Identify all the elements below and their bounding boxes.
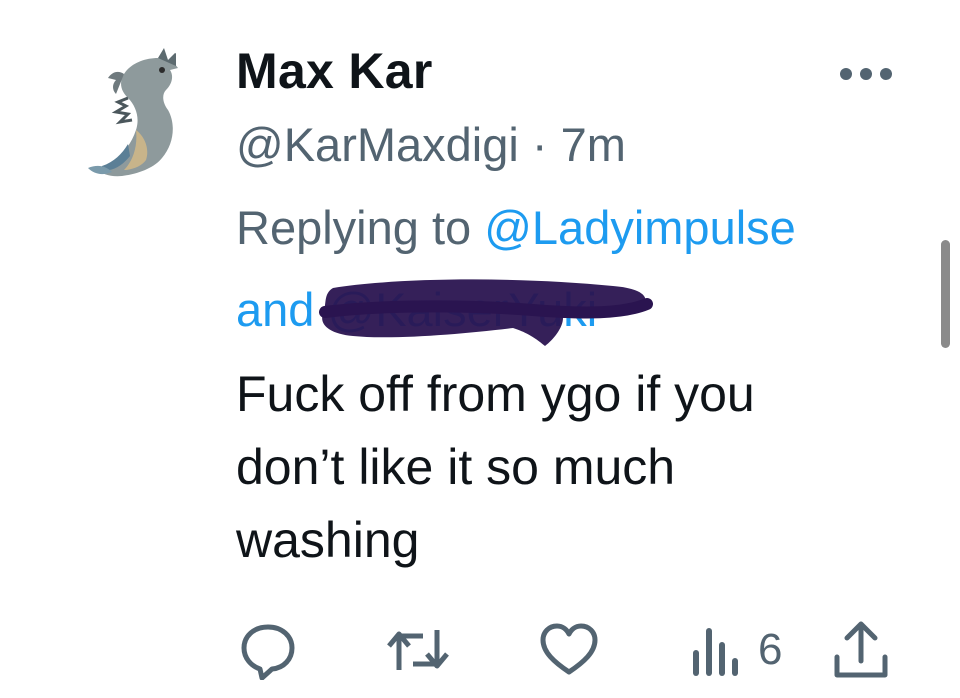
replying-to: Replying to @Ladyimpulse bbox=[236, 200, 796, 255]
tweet-text-line: washing bbox=[236, 512, 420, 568]
avatar-dragon-image bbox=[88, 48, 178, 177]
display-name[interactable]: Max Kar bbox=[236, 42, 433, 100]
tweet-text-line: Fuck off from ygo if you bbox=[236, 366, 755, 422]
author-meta: @KarMaxdigi · 7m bbox=[236, 117, 626, 172]
meta-separator: · bbox=[531, 118, 548, 171]
more-dots-icon bbox=[840, 68, 892, 80]
heart-icon bbox=[540, 623, 598, 675]
handle[interactable]: @KarMaxdigi bbox=[236, 118, 519, 171]
conjunction-label: and bbox=[236, 283, 315, 336]
mention-link[interactable]: @Ladyimpulse bbox=[484, 201, 796, 254]
share-icon bbox=[834, 621, 888, 678]
views-count: 6 bbox=[758, 625, 783, 674]
retweet-icon bbox=[387, 630, 449, 670]
mention-link-redacted[interactable]: @KaiserYuki bbox=[327, 283, 597, 336]
retweet-button[interactable] bbox=[385, 618, 451, 682]
replying-to-continued: and @KaiserYuki bbox=[236, 279, 654, 346]
views-icon bbox=[693, 628, 738, 676]
more-options-button[interactable] bbox=[835, 62, 897, 86]
tweet-text: Fuck off from ygo if you don’t like it s… bbox=[236, 358, 876, 577]
views-button[interactable]: 6 bbox=[690, 618, 782, 682]
replying-to-label: Replying to bbox=[236, 201, 472, 254]
share-button[interactable] bbox=[832, 618, 890, 682]
redacted-mention: @KaiserYuki bbox=[319, 279, 654, 346]
reply-icon bbox=[241, 624, 295, 680]
scrollbar[interactable] bbox=[941, 240, 950, 348]
reply-button[interactable] bbox=[238, 618, 298, 682]
tweet-text-line: don’t like it so much bbox=[236, 439, 676, 495]
avatar[interactable] bbox=[58, 40, 208, 190]
like-button[interactable] bbox=[538, 618, 600, 682]
timestamp[interactable]: 7m bbox=[561, 118, 626, 171]
tweet: Max Kar @KarMaxdigi · 7m Replying to @La… bbox=[0, 0, 960, 698]
